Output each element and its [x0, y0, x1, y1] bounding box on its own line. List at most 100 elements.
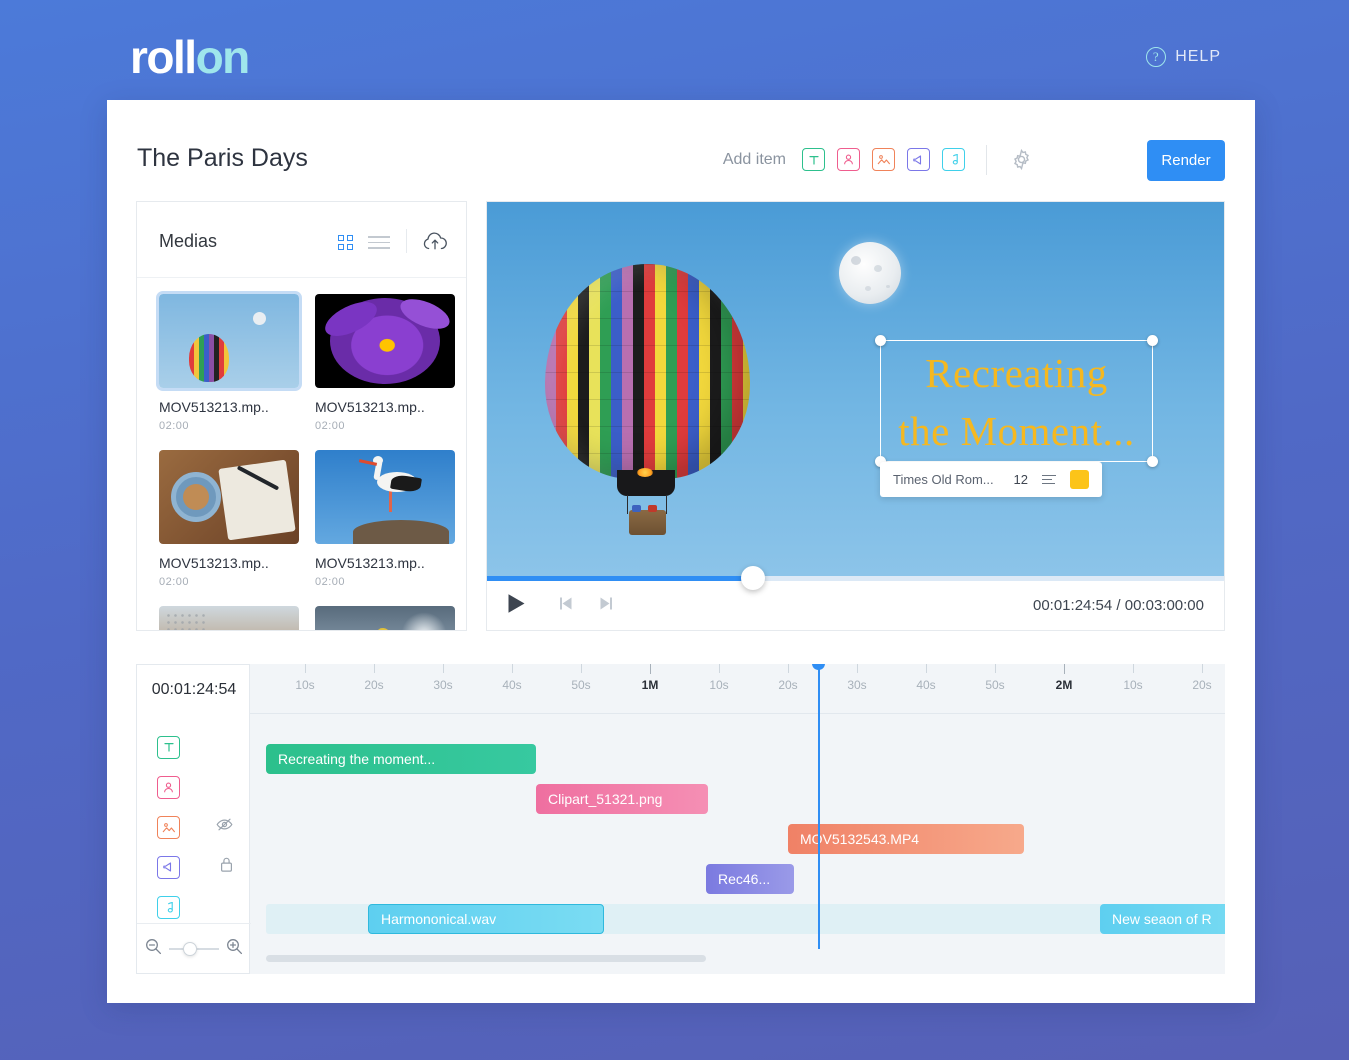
- resize-handle-top-left[interactable]: [875, 335, 886, 346]
- thumb-trees: [165, 612, 205, 630]
- track-header-video[interactable]: [137, 847, 251, 887]
- add-video-icon[interactable]: [907, 148, 930, 171]
- media-name: MOV513213.mp..: [315, 399, 425, 415]
- media-thumbnail[interactable]: [315, 450, 455, 544]
- playhead[interactable]: [812, 664, 825, 949]
- media-item[interactable]: [315, 606, 455, 630]
- media-thumbnail[interactable]: [159, 606, 299, 630]
- font-size-input[interactable]: 12: [1014, 472, 1028, 487]
- media-name: MOV513213.mp..: [315, 555, 425, 571]
- video-stage[interactable]: Recreating the Moment... Times Old Rom..…: [487, 202, 1224, 576]
- app-logo[interactable]: rollon: [130, 30, 251, 84]
- ruler-tick-label: 30s: [433, 678, 453, 692]
- ruler-tick-mark: [788, 664, 789, 673]
- balloon-flame: [637, 468, 653, 477]
- gear-icon[interactable]: [1010, 148, 1033, 176]
- align-left-icon[interactable]: [1042, 474, 1056, 485]
- media-item[interactable]: MOV513213.mp.. 02:00: [159, 450, 299, 606]
- ruler-tick-mark: [1133, 664, 1134, 673]
- zoom-out-icon[interactable]: [145, 938, 162, 960]
- ruler-tick-label: 40s: [502, 678, 522, 692]
- thumb-helmet: [377, 628, 389, 630]
- image-track-icon[interactable]: [157, 815, 180, 839]
- lock-icon[interactable]: [220, 857, 233, 878]
- media-thumbnail[interactable]: [315, 606, 455, 630]
- timeline-clip[interactable]: MOV5132543.MP4: [788, 824, 1024, 854]
- text-color-swatch[interactable]: [1070, 470, 1089, 489]
- add-image-icon[interactable]: [872, 148, 895, 171]
- view-toggle-group: [338, 235, 390, 250]
- timeline-clip[interactable]: Harmononical.wav: [368, 904, 604, 934]
- logo-text-accent: on: [195, 31, 251, 83]
- add-person-icon[interactable]: [837, 148, 860, 171]
- text-overlay-selection[interactable]: Recreating the Moment...: [875, 335, 1158, 467]
- timeline-scrollbar[interactable]: [266, 955, 1225, 962]
- ruler-tick-label: 30s: [847, 678, 867, 692]
- ruler-tick-mark: [719, 664, 720, 673]
- cloud-upload-icon[interactable]: [422, 232, 448, 257]
- media-thumbnail[interactable]: [156, 291, 302, 391]
- audio-track-icon[interactable]: [157, 895, 180, 919]
- timeline-scrollbar-thumb[interactable]: [266, 955, 706, 962]
- video-track-icon[interactable]: [157, 855, 180, 879]
- timeline-clip[interactable]: Rec46...: [706, 864, 794, 894]
- timeline-clip[interactable]: New seaon of R: [1100, 904, 1225, 934]
- list-view-icon[interactable]: [368, 236, 390, 249]
- zoom-slider-handle[interactable]: [183, 941, 197, 956]
- timecode-display: 00:01:24:54 / 00:03:00:00: [1033, 597, 1204, 614]
- resize-handle-top-right[interactable]: [1147, 335, 1158, 346]
- timeline-timecode: 00:01:24:54: [151, 681, 237, 698]
- media-item[interactable]: MOV513213.mp.. 02:00: [315, 294, 455, 450]
- thumb-legs: [389, 490, 392, 512]
- help-button[interactable]: ? HELP: [1146, 47, 1221, 67]
- ruler-tick-mark: [857, 664, 858, 673]
- editor-header: The Paris Days Add item Render: [107, 100, 1255, 200]
- track-header-audio[interactable]: [137, 887, 251, 927]
- timeline: 00:01:24:54 10s 20s 30s 40s 50s 1M 10s 2…: [136, 664, 1225, 974]
- toolbar-divider: [986, 145, 987, 175]
- media-duration: 02:00: [315, 576, 346, 588]
- overlay-text: Recreating the Moment...: [898, 350, 1135, 454]
- zoom-slider[interactable]: [169, 941, 219, 956]
- ruler-tick-label: 20s: [1192, 678, 1212, 692]
- add-text-icon[interactable]: [802, 148, 825, 171]
- add-audio-icon[interactable]: [942, 148, 965, 171]
- track-header-person[interactable]: [137, 767, 251, 807]
- ruler-tick-mark: [305, 664, 306, 673]
- media-thumbnail[interactable]: [315, 294, 455, 388]
- ruler-tick-mark: [650, 664, 651, 674]
- top-bar: rollon ? HELP: [0, 0, 1349, 100]
- zoom-in-icon[interactable]: [226, 938, 243, 960]
- track-header-text[interactable]: [137, 727, 251, 767]
- timeline-clip[interactable]: Clipart_51321.png: [536, 784, 708, 814]
- ruler-tick-label: 40s: [916, 678, 936, 692]
- grid-view-icon[interactable]: [338, 235, 353, 250]
- text-track-icon[interactable]: [157, 735, 180, 759]
- render-button[interactable]: Render: [1147, 140, 1225, 181]
- media-item[interactable]: MOV513213.mp.. 02:00: [315, 450, 455, 606]
- hidden-eye-icon[interactable]: [216, 818, 233, 837]
- ruler-tick-mark: [443, 664, 444, 673]
- media-item[interactable]: [159, 606, 299, 630]
- medias-header: Medias: [137, 202, 466, 278]
- timecode-separator: /: [1112, 597, 1125, 614]
- person-track-icon[interactable]: [157, 775, 180, 799]
- media-item[interactable]: MOV513213.mp.. 02:00: [156, 291, 302, 450]
- thumb-notepad: [218, 459, 296, 541]
- player-controls: 00:01:24:54 / 00:03:00:00: [487, 581, 1224, 630]
- ruler-tick-label: 20s: [778, 678, 798, 692]
- step-back-icon[interactable]: [558, 596, 575, 616]
- total-time: 00:03:00:00: [1124, 597, 1204, 614]
- view-toggle-divider: [406, 229, 407, 253]
- resize-handle-bottom-right[interactable]: [1147, 456, 1158, 467]
- thumb-moon: [253, 312, 266, 325]
- timeline-canvas[interactable]: 10s 20s 30s 40s 50s 1M 10s 20s 30s 40s 50s 2M 10s 20s…: [250, 664, 1225, 974]
- font-family-select[interactable]: Times Old Rom...: [893, 472, 1000, 487]
- editor-card: The Paris Days Add item Render Medias MO…: [107, 100, 1255, 1003]
- track-header-image[interactable]: [137, 807, 251, 847]
- step-forward-icon[interactable]: [597, 596, 614, 616]
- timeline-ruler[interactable]: 10s 20s 30s 40s 50s 1M 10s 20s 30s 40s 50s 2M 10s 20s: [250, 664, 1225, 714]
- play-icon[interactable]: [507, 593, 526, 619]
- timeline-clip[interactable]: Recreating the moment...: [266, 744, 536, 774]
- media-thumbnail[interactable]: [159, 450, 299, 544]
